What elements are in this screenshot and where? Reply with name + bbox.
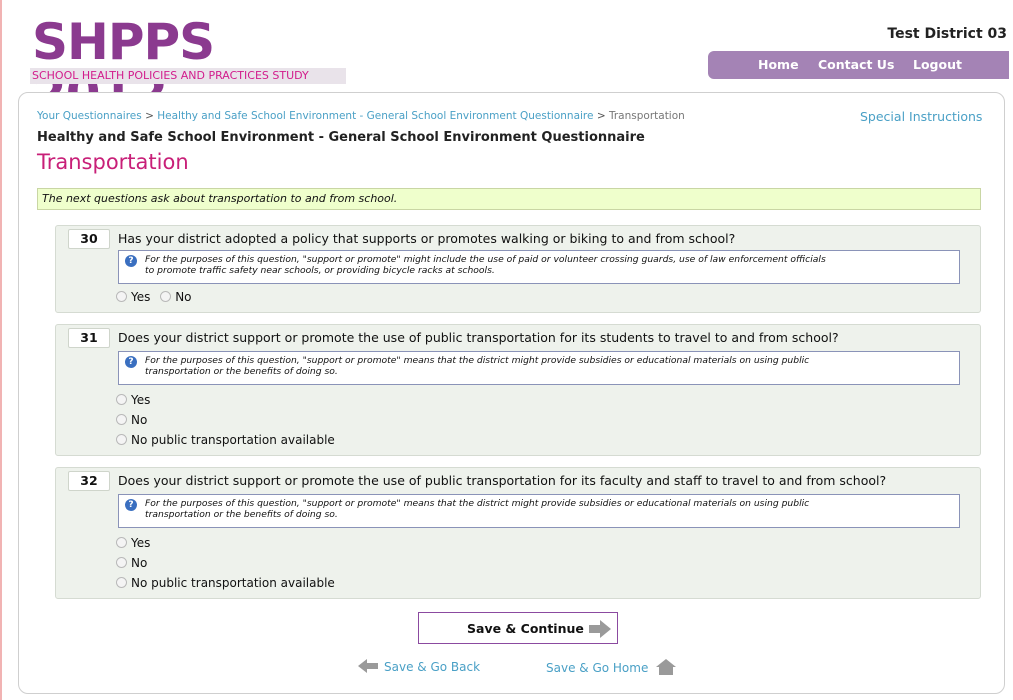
question-number: 30 — [68, 229, 110, 249]
option-label: No — [131, 413, 148, 427]
question-text: Does your district support or promote th… — [118, 473, 887, 488]
breadcrumb-questionnaires[interactable]: Your Questionnaires — [37, 110, 142, 122]
save-continue-button[interactable]: Save & Continue — [418, 612, 618, 644]
note-line: For the purposes of this question, "supp… — [145, 254, 826, 265]
section-title: Transportation — [37, 150, 189, 174]
info-circle-icon: ? — [125, 255, 137, 267]
radio-option[interactable]: No — [116, 413, 147, 427]
option-label: Yes — [131, 536, 151, 550]
breadcrumb-current: Transportation — [608, 110, 685, 122]
option-label: No public transportation available — [131, 576, 335, 590]
radio-option[interactable]: No public transportation available — [116, 433, 335, 447]
save-continue-label: Save & Continue — [467, 621, 584, 636]
arrow-right-icon — [589, 620, 611, 638]
breadcrumb: Your Questionnaires > Healthy and Safe S… — [37, 110, 685, 122]
note-line: transportation or the benefits of doing … — [145, 366, 338, 377]
nav-home-link[interactable]: Home — [758, 57, 799, 72]
question-note: ? For the purposes of this question, "su… — [118, 351, 960, 385]
intro-banner: The next questions ask about transportat… — [37, 188, 981, 210]
radio-yes[interactable] — [116, 537, 127, 548]
radio-no-public-transport[interactable] — [116, 434, 127, 445]
district-name: Test District 03 — [887, 26, 1007, 42]
radio-option[interactable]: No — [116, 556, 147, 570]
breadcrumb-separator: > — [596, 110, 606, 122]
save-go-home-button[interactable]: Save & Go Home — [546, 659, 677, 675]
question-number: 31 — [68, 328, 110, 348]
info-circle-icon: ? — [125, 499, 137, 511]
radio-option[interactable]: Yes — [116, 290, 150, 304]
save-go-home-label: Save & Go Home — [546, 661, 649, 675]
radio-no[interactable] — [116, 557, 127, 568]
note-line: For the purposes of this question, "supp… — [145, 498, 810, 509]
radio-yes[interactable] — [116, 394, 127, 405]
option-label: No — [131, 556, 148, 570]
breadcrumb-separator: > — [145, 110, 154, 122]
option-label: Yes — [131, 290, 151, 304]
home-icon — [656, 659, 677, 675]
arrow-left-icon — [358, 659, 378, 673]
radio-option[interactable]: No — [160, 290, 192, 304]
question-note: ? For the purposes of this question, "su… — [118, 250, 960, 284]
option-label: No public transportation available — [131, 433, 335, 447]
breadcrumb-questionnaire[interactable]: Healthy and Safe School Environment - Ge… — [157, 110, 593, 122]
radio-no-public-transport[interactable] — [116, 577, 127, 588]
note-line: For the purposes of this question, "supp… — [145, 355, 810, 366]
question-text: Does your district support or promote th… — [118, 330, 839, 345]
radio-no[interactable] — [116, 414, 127, 425]
special-instructions-link[interactable]: Special Instructions — [860, 109, 982, 124]
radio-group: Yes No — [116, 290, 192, 304]
nav-logout-link[interactable]: Logout — [913, 57, 962, 72]
question-box: 31 Does your district support or promote… — [55, 324, 981, 456]
save-go-back-label: Save & Go Back — [384, 660, 481, 674]
question-note: ? For the purposes of this question, "su… — [118, 494, 960, 528]
question-box: 30 Has your district adopted a policy th… — [55, 225, 981, 313]
option-label: Yes — [131, 393, 151, 407]
info-circle-icon: ? — [125, 356, 137, 368]
logo-subtitle: SCHOOL HEALTH POLICIES AND PRACTICES STU… — [30, 68, 346, 84]
radio-option[interactable]: Yes — [116, 393, 150, 407]
questionnaire-title: Healthy and Safe School Environment - Ge… — [37, 130, 645, 145]
page-left-border — [0, 0, 2, 700]
option-label: No — [175, 290, 192, 304]
shpps-logo[interactable]: SHPPS 2012 SCHOOL HEALTH POLICIES AND PR… — [30, 16, 348, 120]
radio-option[interactable]: Yes — [116, 536, 150, 550]
radio-yes[interactable] — [116, 291, 127, 302]
nav-contact-link[interactable]: Contact Us — [818, 57, 894, 72]
note-line: transportation or the benefits of doing … — [145, 509, 338, 520]
radio-option[interactable]: No public transportation available — [116, 576, 335, 590]
radio-no[interactable] — [160, 291, 172, 302]
top-nav: Home Contact Us Logout — [708, 51, 1009, 79]
question-number: 32 — [68, 471, 110, 491]
question-text: Has your district adopted a policy that … — [118, 231, 736, 246]
note-line: to promote traffic safety near schools, … — [145, 265, 495, 276]
question-box: 32 Does your district support or promote… — [55, 467, 981, 599]
save-go-back-button[interactable]: Save & Go Back — [358, 659, 480, 674]
